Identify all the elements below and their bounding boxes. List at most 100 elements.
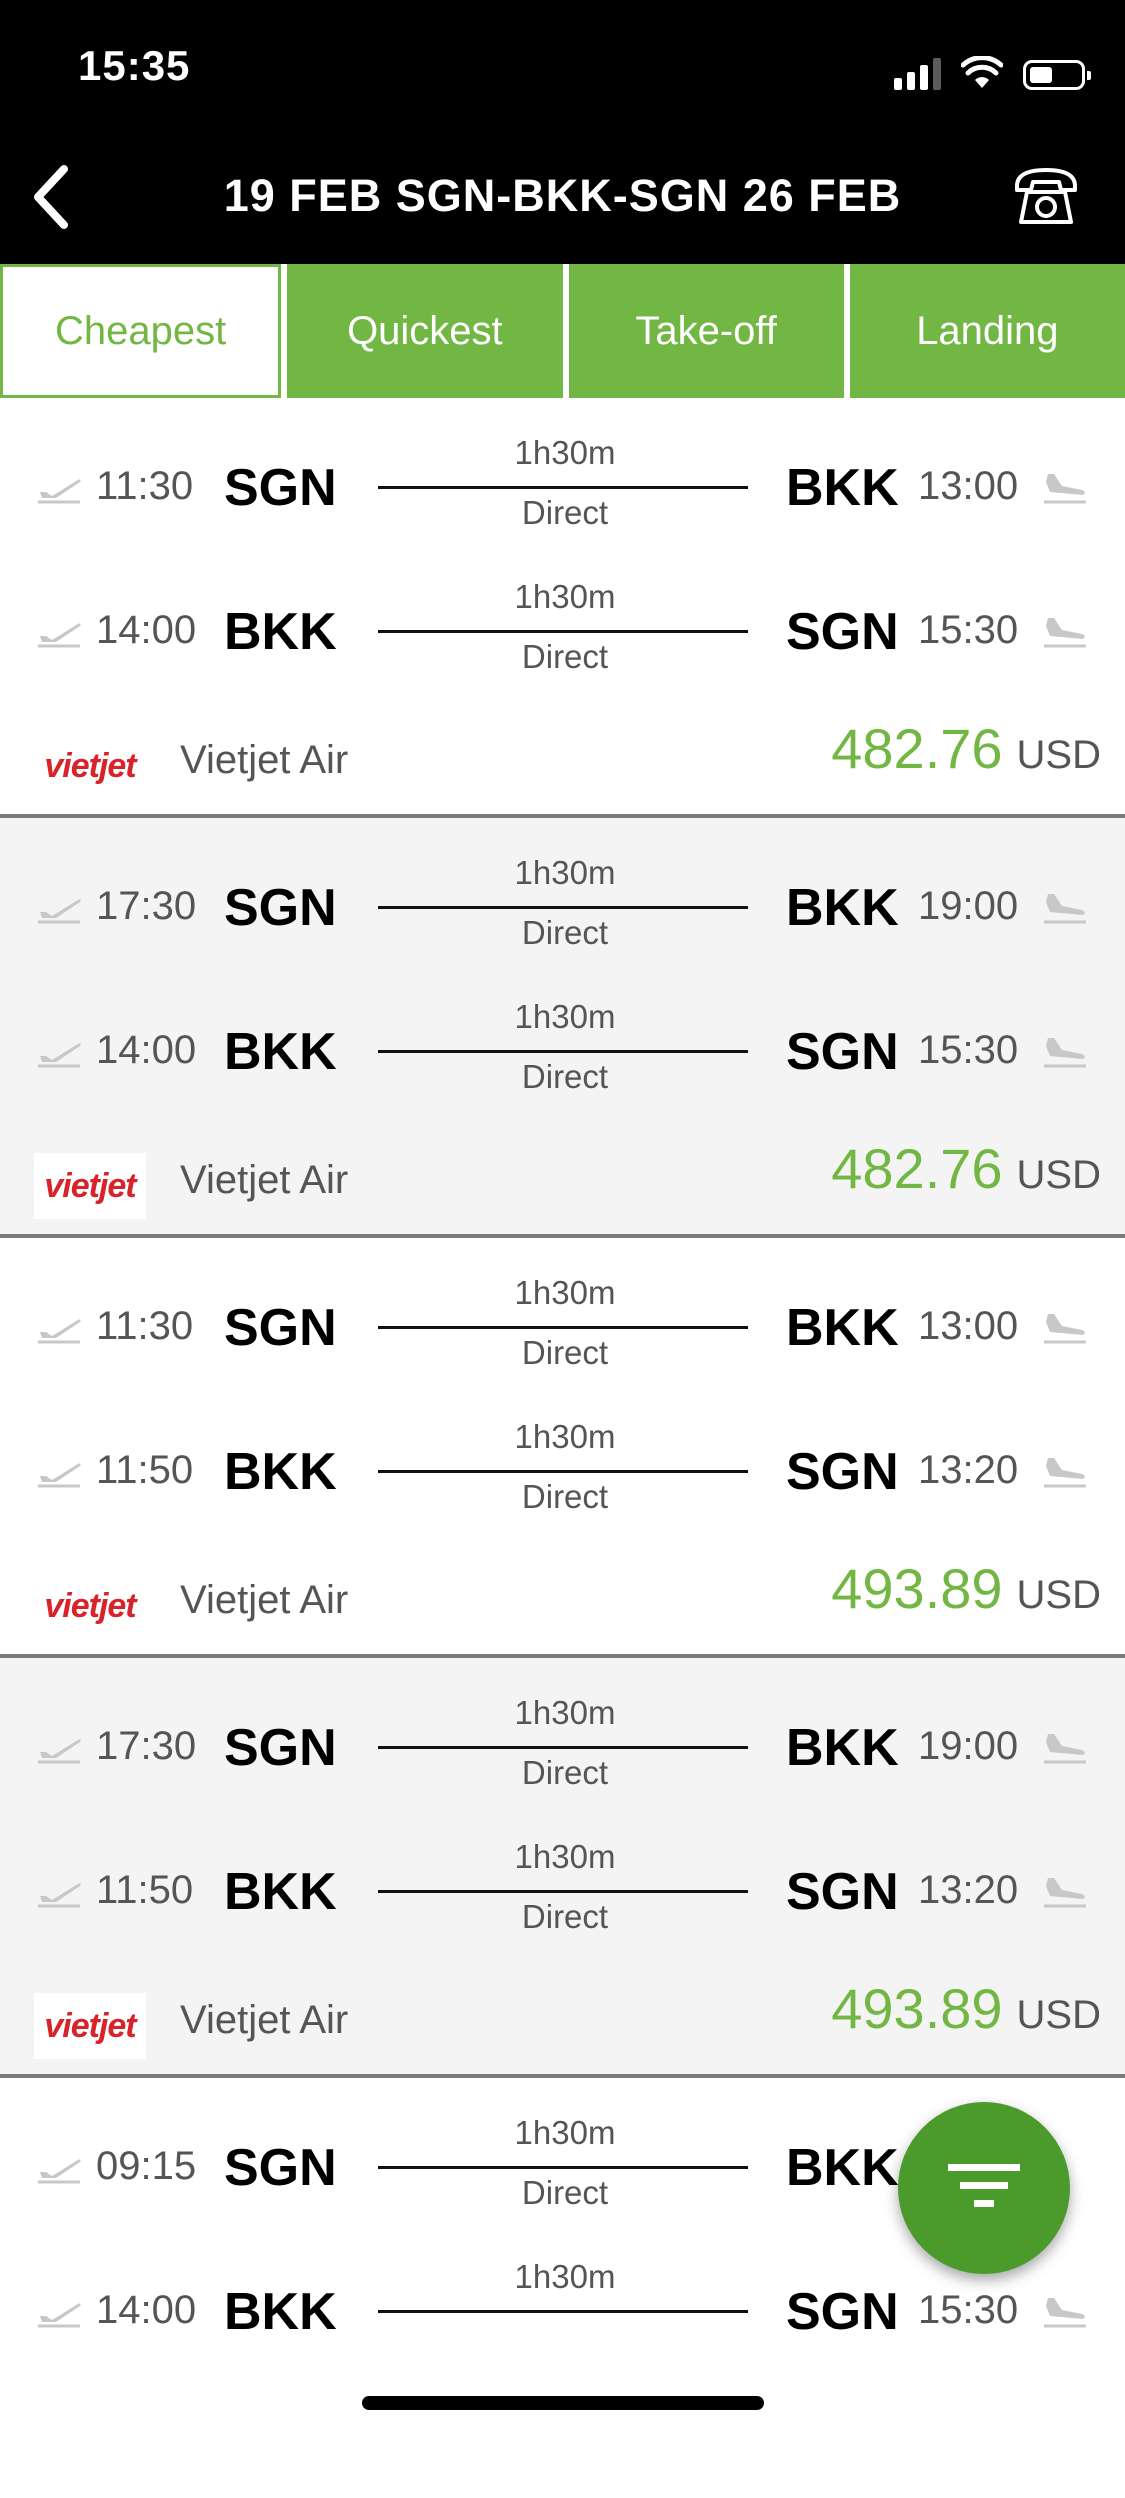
departure-time: 11:30: [96, 1304, 194, 1348]
origin-code: BKK: [224, 2283, 337, 2341]
outbound-leg: 17:30 SGN 1h30m Direct BKK 19:00: [0, 854, 1125, 954]
destination-code: SGN: [786, 1023, 899, 1081]
airline-name: Vietjet Air: [180, 1578, 349, 1622]
flight-result-card[interactable]: 17:30 SGN 1h30m Direct BKK 19:00 11:50 B…: [0, 1658, 1125, 2078]
origin-code: SGN: [224, 879, 337, 937]
tab-quickest[interactable]: Quickest: [287, 264, 563, 398]
flight-duration: 1h30m: [514, 1694, 616, 1731]
airline-logo: vietjet: [44, 1586, 136, 1625]
route-line: [378, 1470, 748, 1473]
stops-label: Direct: [521, 638, 609, 675]
home-indicator[interactable]: [362, 2396, 764, 2410]
route-line: [378, 630, 748, 633]
flight-duration: 1h30m: [514, 1274, 616, 1311]
inbound-leg: 14:00 BKK 1h30m Direct SGN 15:30: [0, 998, 1125, 1098]
price-value: 493.89: [831, 1977, 1003, 2040]
landing-icon: [1044, 618, 1086, 648]
stops-label: Direct: [521, 1478, 609, 1515]
departure-time: 11:50: [96, 1868, 194, 1912]
filter-icon: [948, 2164, 1020, 2207]
departure-time: 17:30: [96, 884, 197, 928]
price-currency: USD: [1016, 1993, 1101, 2037]
takeoff-icon: [38, 1883, 81, 1908]
destination-code: BKK: [786, 459, 899, 517]
outbound-leg: 11:30 SGN 1h30m Direct BKK 13:00: [0, 1274, 1125, 1374]
stops-label: Direct: [521, 1754, 609, 1791]
flight-duration: 1h30m: [514, 578, 616, 615]
airline-name: Vietjet Air: [180, 738, 349, 782]
stops-label: Direct: [521, 914, 609, 951]
outbound-leg: 11:30 SGN 1h30m Direct BKK 13:00: [0, 434, 1125, 534]
price: 493.89 USD: [831, 1976, 1101, 2041]
price-currency: USD: [1016, 1573, 1101, 1617]
flight-duration: 1h30m: [514, 2258, 616, 2295]
battery-icon: [1023, 60, 1091, 90]
route-line: [378, 906, 748, 909]
origin-code: BKK: [224, 1863, 337, 1921]
airline-logo: vietjet: [34, 1993, 146, 2059]
cellular-signal-icon: [894, 56, 941, 90]
tab-cheapest[interactable]: Cheapest: [0, 264, 282, 398]
filter-button[interactable]: [898, 2102, 1070, 2274]
takeoff-icon: [38, 1463, 81, 1488]
inbound-leg: 14:00 BKK 1h30m Direct SGN 15:30: [0, 578, 1125, 678]
flight-result-card[interactable]: 11:30 SGN 1h30m Direct BKK 13:00 11:50 B…: [0, 1238, 1125, 1658]
landing-icon: [1044, 1314, 1086, 1344]
stops-label: Direct: [521, 494, 609, 531]
route-line: [378, 486, 748, 489]
airline-logo: vietjet: [44, 746, 136, 785]
tab-landing[interactable]: Landing: [849, 264, 1125, 398]
destination-code: SGN: [786, 1443, 899, 1501]
flight-result-card[interactable]: 17:30 SGN 1h30m Direct BKK 19:00 14:00 B…: [0, 818, 1125, 1238]
arrival-time: 13:00: [918, 464, 1019, 508]
flight-result-card[interactable]: 11:30 SGN 1h30m Direct BKK 13:00 14:00 B…: [0, 398, 1125, 818]
airline-name: Vietjet Air: [180, 1998, 349, 2042]
flight-duration: 1h30m: [514, 1418, 616, 1455]
departure-time: 11:30: [96, 464, 194, 508]
stops-label: Direct: [521, 1058, 609, 1095]
outbound-leg: 17:30 SGN 1h30m Direct BKK 19:00: [0, 1694, 1125, 1794]
flight-duration: 1h30m: [514, 998, 616, 1035]
takeoff-icon: [38, 479, 81, 504]
arrival-time: 13:00: [918, 1304, 1019, 1348]
top-bar: 15:35 19 FEB SGN-BKK-SGN 26 FEB: [0, 0, 1125, 264]
price: 482.76 USD: [831, 1136, 1101, 1201]
destination-code: BKK: [786, 879, 899, 937]
arrival-time: 15:30: [918, 1028, 1019, 1072]
price-currency: USD: [1016, 733, 1101, 777]
flight-duration: 1h30m: [514, 854, 616, 891]
landing-icon: [1044, 1038, 1086, 1068]
destination-code: BKK: [786, 1719, 899, 1777]
destination-code: SGN: [786, 1863, 899, 1921]
call-button[interactable]: [1011, 160, 1081, 230]
price-value: 482.76: [831, 717, 1003, 780]
inbound-leg: 11:50 BKK 1h30m Direct SGN 13:20: [0, 1418, 1125, 1518]
flight-duration: 1h30m: [514, 434, 616, 471]
route-line: [378, 2166, 748, 2169]
price: 482.76 USD: [831, 716, 1101, 781]
origin-code: SGN: [224, 459, 337, 517]
flight-duration: 1h30m: [514, 1838, 616, 1875]
origin-code: BKK: [224, 603, 337, 661]
stops-label: Direct: [521, 1898, 609, 1935]
arrival-time: 13:20: [918, 1868, 1019, 1912]
departure-time: 14:00: [96, 2288, 197, 2332]
sort-tabs: Cheapest Quickest Take-off Landing: [0, 264, 1125, 398]
takeoff-icon: [38, 1739, 81, 1764]
route-line: [378, 1326, 748, 1329]
phone-icon: [1015, 168, 1077, 224]
price-value: 493.89: [831, 1557, 1003, 1620]
origin-code: SGN: [224, 1719, 337, 1777]
route-line: [378, 1890, 748, 1893]
airline-name: Vietjet Air: [180, 1158, 349, 1202]
arrival-time: 19:00: [918, 1724, 1019, 1768]
departure-time: 17:30: [96, 1724, 197, 1768]
origin-code: BKK: [224, 1023, 337, 1081]
tab-take-off[interactable]: Take-off: [568, 264, 844, 398]
price-value: 482.76: [831, 1137, 1003, 1200]
price: 493.89 USD: [831, 1556, 1101, 1621]
origin-code: SGN: [224, 1299, 337, 1357]
page-title: 19 FEB SGN-BKK-SGN 26 FEB: [223, 170, 902, 221]
origin-code: BKK: [224, 1443, 337, 1501]
takeoff-icon: [38, 1043, 81, 1068]
